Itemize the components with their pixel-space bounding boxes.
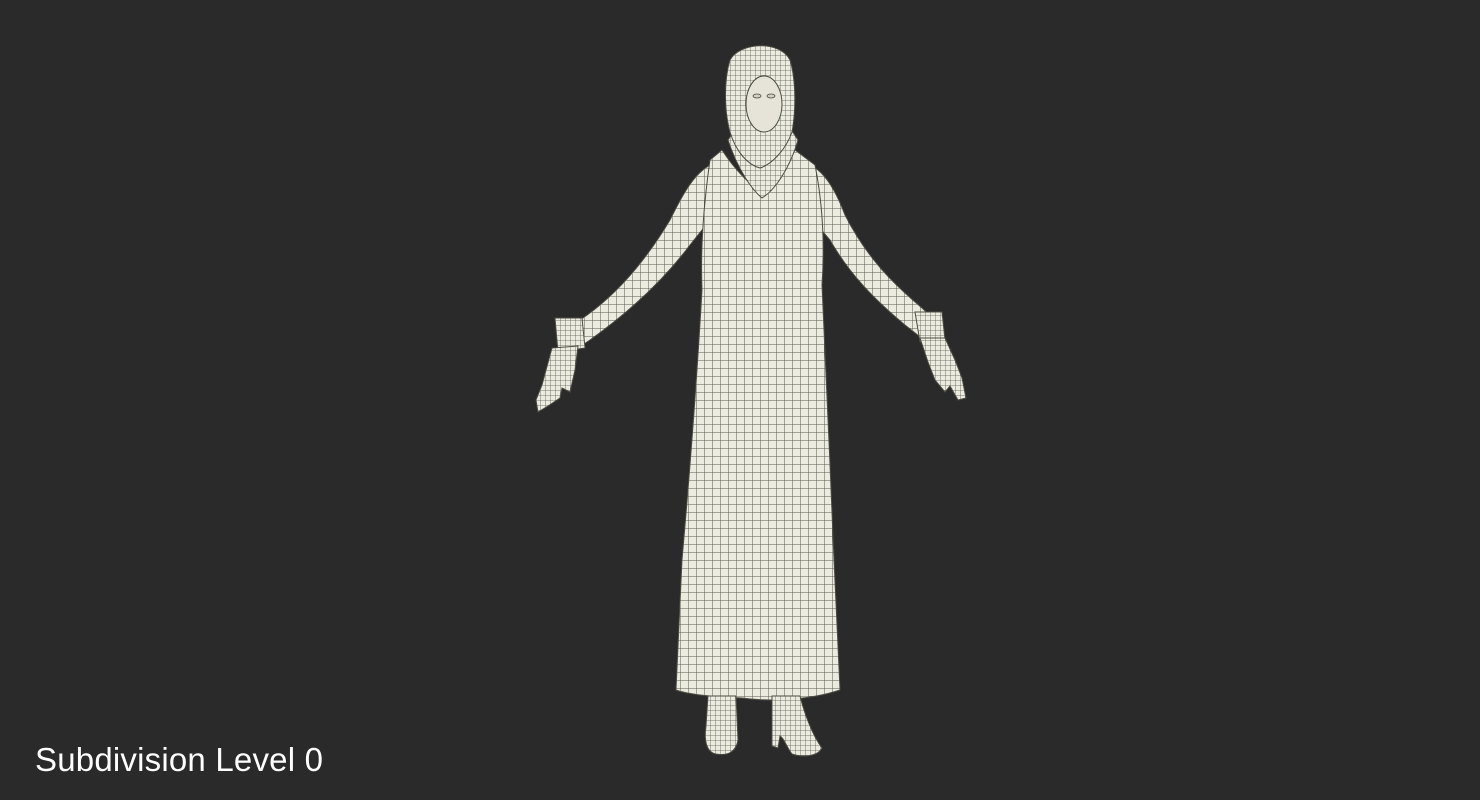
wireframe-figure bbox=[535, 45, 967, 757]
left-eye bbox=[752, 93, 762, 99]
render-viewport: Subdivision Level 0 bbox=[0, 0, 1480, 800]
right-eye bbox=[766, 93, 776, 99]
left-shoe bbox=[704, 695, 739, 755]
right-shoe bbox=[771, 695, 823, 757]
right-hand bbox=[919, 337, 967, 401]
face bbox=[745, 75, 783, 133]
subdivision-caption: Subdivision Level 0 bbox=[35, 741, 324, 778]
left-hand bbox=[535, 345, 579, 413]
